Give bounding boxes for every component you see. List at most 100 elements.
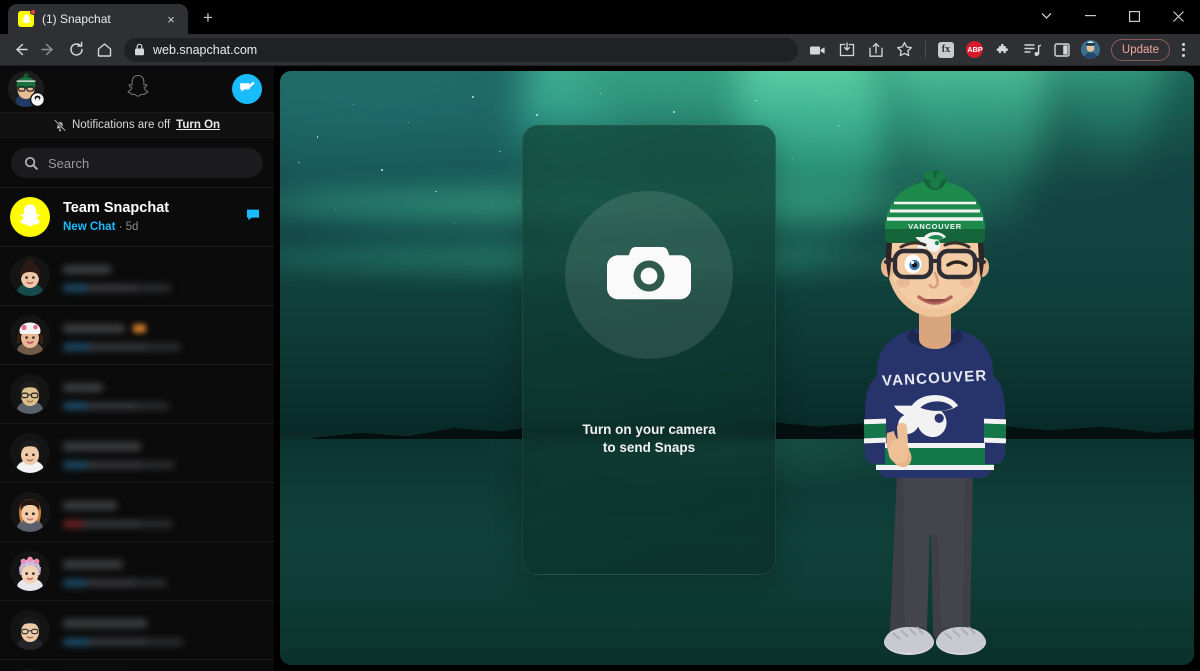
abp-label: ABP bbox=[966, 41, 984, 58]
chat-list-item[interactable] bbox=[0, 600, 274, 659]
chat-list-item[interactable] bbox=[0, 541, 274, 600]
turn-on-camera-card[interactable]: Turn on your camera to send Snaps bbox=[522, 125, 776, 575]
profile-avatar-image bbox=[1081, 40, 1101, 59]
turn-on-notifications-link[interactable]: Turn On bbox=[176, 119, 220, 131]
snapchat-web-app: Notifications are off Turn On Search Tea… bbox=[0, 66, 1200, 671]
chat-item-text-redacted bbox=[63, 556, 260, 587]
profile-button[interactable] bbox=[8, 71, 45, 107]
title-bar: (1) Snapchat × + bbox=[0, 0, 1200, 34]
fx-extension-icon[interactable]: fx bbox=[932, 36, 960, 64]
install-app-icon[interactable] bbox=[833, 36, 861, 64]
forward-icon[interactable] bbox=[34, 36, 62, 64]
chat-item-name-redacted bbox=[63, 323, 125, 333]
update-button[interactable]: Update bbox=[1110, 38, 1170, 61]
camera-panel: Turn on your camera to send Snaps VANCOU… bbox=[280, 71, 1194, 665]
chat-item-name-redacted bbox=[63, 559, 123, 569]
new-chat-button[interactable] bbox=[232, 74, 262, 104]
back-icon[interactable] bbox=[6, 36, 34, 64]
toolbar-divider bbox=[924, 41, 926, 58]
tab-search-button[interactable] bbox=[1024, 0, 1068, 32]
chat-list-item[interactable] bbox=[0, 423, 274, 482]
sidebar-header bbox=[0, 66, 274, 112]
chat-list-item[interactable] bbox=[0, 305, 274, 364]
side-panel-icon[interactable] bbox=[1048, 36, 1076, 64]
chat-item-name-redacted bbox=[63, 264, 111, 274]
avatar bbox=[10, 256, 50, 296]
camera-icon-circle bbox=[565, 191, 733, 359]
chat-list-item-team-snapchat[interactable]: Team Snapchat New Chat · 5d bbox=[0, 187, 274, 246]
search-input[interactable]: Search bbox=[11, 148, 263, 178]
ghost-glyph bbox=[21, 14, 31, 24]
browser-window: (1) Snapchat × + web.snapchat.com fx ABP… bbox=[0, 0, 1200, 671]
browser-tab-snapchat[interactable]: (1) Snapchat × bbox=[8, 4, 188, 34]
share-icon[interactable] bbox=[862, 36, 890, 64]
minimize-button[interactable] bbox=[1068, 0, 1112, 32]
home-icon[interactable] bbox=[90, 36, 118, 64]
reading-list-icon[interactable] bbox=[1019, 36, 1047, 64]
avatar bbox=[10, 492, 50, 532]
tab-notification-dot bbox=[30, 9, 36, 15]
bookmark-star-icon[interactable] bbox=[891, 36, 919, 64]
chat-item-text-redacted bbox=[63, 320, 260, 351]
chat-list-item[interactable] bbox=[0, 482, 274, 541]
svg-text:VANCOUVER: VANCOUVER bbox=[908, 222, 962, 231]
chat-sidebar: Notifications are off Turn On Search Tea… bbox=[0, 66, 274, 671]
chat-item-text-redacted bbox=[63, 615, 260, 646]
tab-title: (1) Snapchat bbox=[42, 12, 111, 26]
close-tab-button[interactable]: × bbox=[162, 10, 180, 28]
chat-item-name-redacted bbox=[63, 500, 117, 510]
chat-item-name-redacted bbox=[63, 618, 147, 628]
chat-item-text: Team Snapchat New Chat · 5d bbox=[63, 199, 233, 235]
camera-card-line-2: to send Snaps bbox=[602, 440, 696, 455]
chat-item-subtitle-redacted bbox=[63, 519, 173, 528]
avatar bbox=[10, 610, 50, 650]
search-container: Search bbox=[0, 138, 274, 187]
profile-avatar-icon[interactable] bbox=[1077, 36, 1105, 64]
tab-strip: (1) Snapchat × + bbox=[0, 0, 222, 34]
search-icon bbox=[24, 156, 38, 170]
chat-item-text-redacted bbox=[63, 379, 260, 410]
chat-item-name-redacted bbox=[63, 382, 103, 392]
ghost-outline-glyph bbox=[127, 74, 149, 97]
maximize-button[interactable] bbox=[1112, 0, 1156, 32]
chat-item-subtitle-redacted bbox=[63, 401, 169, 410]
chat-item-subtitle-redacted bbox=[63, 637, 183, 646]
adblock-plus-icon[interactable]: ABP bbox=[961, 36, 989, 64]
reload-icon[interactable] bbox=[62, 36, 90, 64]
notifications-text: Notifications are off bbox=[71, 119, 171, 131]
chat-item-subtitle: New Chat · 5d bbox=[63, 219, 233, 235]
fx-label: fx bbox=[937, 41, 954, 58]
close-window-button[interactable] bbox=[1156, 0, 1200, 32]
chat-item-text-redacted bbox=[63, 261, 260, 292]
camera-card-line-1: Turn on your camera bbox=[582, 422, 716, 437]
chat-list-item[interactable] bbox=[0, 364, 274, 423]
three-dot-menu-icon[interactable] bbox=[1172, 37, 1194, 63]
notifications-banner: Notifications are off Turn On bbox=[0, 112, 274, 138]
snapchat-ghost-logo bbox=[125, 74, 151, 105]
bitmoji-avatar: VANCOUVER VANCOUVER bbox=[835, 168, 1035, 665]
url-text: web.snapchat.com bbox=[153, 42, 258, 57]
new-chat-icon bbox=[240, 81, 255, 92]
new-tab-button[interactable]: + bbox=[194, 4, 222, 32]
chat-list: Team Snapchat New Chat · 5d bbox=[0, 187, 274, 671]
extensions-puzzle-icon[interactable] bbox=[990, 36, 1018, 64]
chat-item-name: Team Snapchat bbox=[63, 200, 170, 216]
camera-card-label: Turn on your camera to send Snaps bbox=[582, 421, 715, 457]
address-bar[interactable]: web.snapchat.com bbox=[124, 37, 798, 62]
chat-list-item[interactable] bbox=[0, 246, 274, 305]
chat-item-subtitle-redacted bbox=[63, 283, 171, 292]
chat-separator: · bbox=[118, 221, 123, 233]
chat-time: 5d bbox=[125, 221, 139, 233]
chat-item-subtitle-redacted bbox=[63, 460, 175, 469]
snapchat-ghost-icon bbox=[18, 9, 36, 27]
chat-status: New Chat bbox=[63, 221, 116, 233]
snapchat-ghost-icon bbox=[19, 204, 41, 227]
lock-icon bbox=[135, 43, 144, 56]
chat-list-item[interactable] bbox=[0, 659, 274, 671]
chat-item-text-redacted bbox=[63, 438, 260, 469]
gear-icon[interactable] bbox=[30, 92, 45, 107]
avatar bbox=[10, 197, 50, 237]
video-camera-icon[interactable] bbox=[804, 36, 832, 64]
avatar bbox=[10, 374, 50, 414]
chat-item-subtitle-redacted bbox=[63, 578, 167, 587]
